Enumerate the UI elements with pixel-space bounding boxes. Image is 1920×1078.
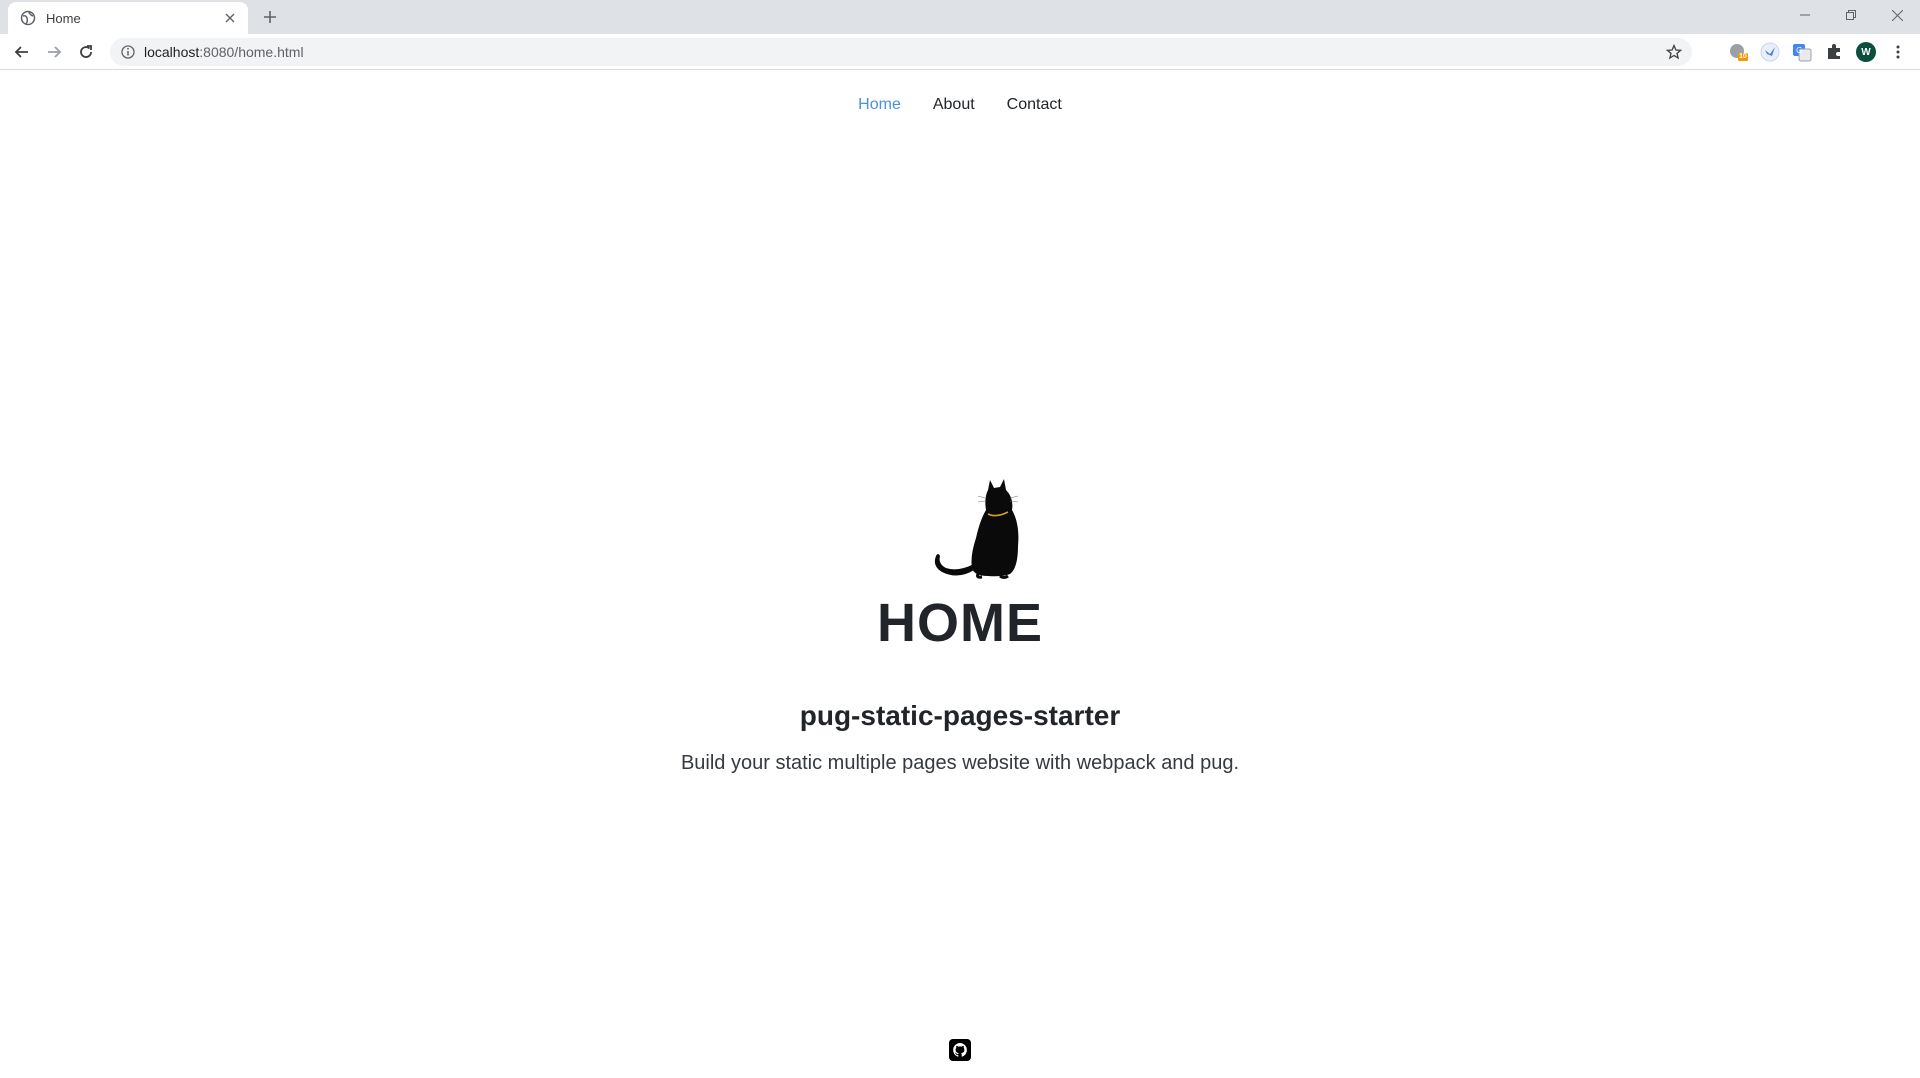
restore-button[interactable]	[1828, 0, 1874, 30]
profile-avatar[interactable]: W	[1856, 42, 1876, 62]
project-description: Build your static multiple pages website…	[680, 752, 1240, 774]
url-host: localhost	[144, 44, 200, 60]
translate-icon[interactable]: G	[1792, 42, 1812, 62]
info-icon[interactable]	[120, 44, 136, 60]
browser-tab[interactable]: Home	[8, 2, 248, 34]
extensions-puzzle-icon[interactable]	[1824, 42, 1844, 62]
nav-link-about[interactable]: About	[917, 90, 991, 120]
extension-badge: 10	[1739, 53, 1747, 60]
reload-icon[interactable]	[74, 40, 98, 64]
close-icon[interactable]	[222, 10, 238, 26]
globe-icon	[20, 10, 36, 26]
bookmark-star-icon[interactable]	[1666, 44, 1682, 60]
browser-toolbar: localhost:8080/home.html 10 G W	[0, 34, 1920, 70]
svg-text:G: G	[1796, 46, 1802, 55]
project-title: pug-static-pages-starter	[799, 700, 1121, 731]
github-icon[interactable]	[948, 1038, 972, 1062]
browser-tabstrip: Home	[0, 0, 1920, 34]
nav-link-contact[interactable]: Contact	[991, 90, 1078, 120]
back-arrow-icon[interactable]	[10, 40, 34, 64]
close-window-button[interactable]	[1874, 0, 1920, 30]
nav-link-home[interactable]: Home	[842, 90, 917, 120]
extension-icon[interactable]: 10	[1728, 42, 1748, 62]
extension-bird-icon[interactable]	[1760, 42, 1780, 62]
tab-title: Home	[46, 10, 81, 26]
page-title: HOME	[877, 593, 1043, 653]
minimize-button[interactable]	[1782, 0, 1828, 30]
new-tab-button[interactable]	[260, 7, 280, 27]
site-nav: Home About Contact	[0, 90, 1920, 120]
url-text: localhost:8080/home.html	[144, 44, 304, 60]
address-bar[interactable]: localhost:8080/home.html	[110, 38, 1692, 66]
cat-illustration	[934, 479, 1019, 579]
forward-arrow-icon[interactable]	[42, 40, 66, 64]
menu-kebab-icon[interactable]	[1888, 42, 1908, 62]
url-path: :8080/home.html	[199, 44, 304, 60]
